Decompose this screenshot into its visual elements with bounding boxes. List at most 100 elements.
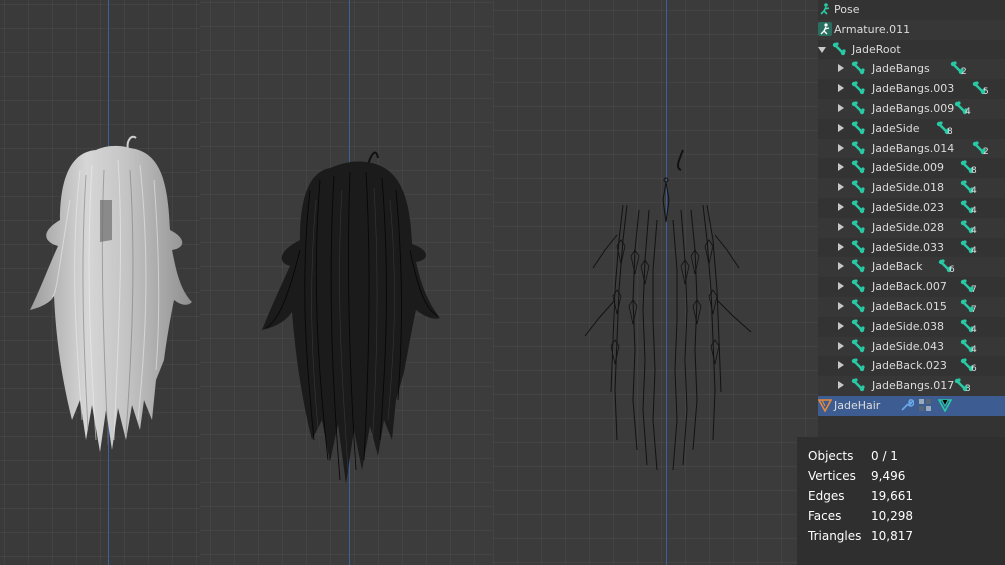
outliner-row-label: JadeSide.023 xyxy=(872,201,945,214)
outliner-row-jadeside-043[interactable]: JadeSide.043 4 xyxy=(818,336,1005,357)
expand-arrow-icon[interactable] xyxy=(838,203,844,211)
mesh-data-icon[interactable] xyxy=(937,398,953,415)
pose-icon xyxy=(818,2,832,19)
expand-arrow-icon[interactable] xyxy=(838,321,844,330)
outliner-row-jadeside-028[interactable]: JadeSide.028 4 xyxy=(818,217,1005,238)
expand-arrow-icon[interactable] xyxy=(838,341,844,350)
collapse-arrow-icon[interactable] xyxy=(818,46,826,53)
child-count-number: 4 xyxy=(965,107,971,117)
outliner-row-jadebangs[interactable]: JadeBangs 2 xyxy=(818,59,1005,80)
child-bone-count: 2 xyxy=(972,140,989,158)
outliner-row-label: JadeSide.009 xyxy=(872,161,945,175)
outliner-row-armature-011[interactable]: Armature.011 xyxy=(818,19,1005,40)
mesh-icon xyxy=(817,398,833,415)
wrench-icon[interactable] xyxy=(900,398,915,415)
bone-icon xyxy=(851,239,865,257)
outliner-row-jadeside-018[interactable]: JadeSide.018 4 xyxy=(818,178,1005,198)
bone-icon xyxy=(851,101,865,118)
child-bone-count: 6 xyxy=(960,358,977,375)
bone-icon xyxy=(851,200,865,217)
bone-icon xyxy=(832,41,846,59)
child-bone-count: 7 xyxy=(960,279,977,296)
bone-icon xyxy=(851,81,865,98)
viewport-solid[interactable] xyxy=(0,0,200,565)
child-count-number: 4 xyxy=(971,186,977,197)
expand-arrow-icon[interactable] xyxy=(838,104,844,112)
outliner-row-jadeside-038[interactable]: JadeSide.038 4 xyxy=(818,317,1005,337)
outliner-row-label: JadeBangs.009 xyxy=(872,102,955,115)
child-bone-count: 8 xyxy=(936,121,953,138)
statistics-overlay: Objects 0 / 1 Vertices 9,496 Edges 19,661 F… xyxy=(797,437,1005,565)
expand-arrow-icon[interactable] xyxy=(838,84,844,93)
child-count-number: 4 xyxy=(971,206,977,216)
expand-arrow-icon[interactable] xyxy=(838,302,844,310)
outliner-row-jadeside-033[interactable]: JadeSide.033 4 xyxy=(818,238,1005,258)
outliner-row-jadebangs-003[interactable]: JadeBangs.003 5 xyxy=(818,79,1005,99)
outliner-row-jadeback-007[interactable]: JadeBack.007 7 xyxy=(818,277,1005,297)
child-bone-count: 4 xyxy=(960,200,977,217)
checker-icon[interactable] xyxy=(918,398,932,415)
bone-icon xyxy=(851,160,865,177)
armature-bones-render xyxy=(584,149,752,471)
child-count-number: 8 xyxy=(947,126,953,137)
bone-icon xyxy=(851,259,865,276)
outliner-row-label: JadeBangs.003 xyxy=(872,82,955,96)
outliner-row-jadeside-023[interactable]: JadeSide.023 4 xyxy=(818,198,1005,218)
outliner-row-jadebangs-009[interactable]: JadeBangs.009 4 xyxy=(818,99,1005,119)
outliner-row-label: JadeSide xyxy=(872,121,920,135)
expand-arrow-icon[interactable] xyxy=(838,381,844,390)
outliner-row-label: JadeHair xyxy=(834,399,881,412)
outliner-row-jadehair[interactable]: JadeHair xyxy=(817,396,1005,416)
outliner-row-jadeback-023[interactable]: JadeBack.023 6 xyxy=(818,356,1005,376)
child-bone-count: 4 xyxy=(954,101,971,118)
outliner-row-jadeback[interactable]: JadeBack 6 xyxy=(818,257,1005,278)
child-count-number: 5 xyxy=(983,87,989,98)
outliner-row-jadeback-015[interactable]: JadeBack.015 7 xyxy=(818,297,1005,317)
outliner-row-jadeside-009[interactable]: JadeSide.009 8 xyxy=(818,158,1005,178)
expand-arrow-icon[interactable] xyxy=(838,282,844,291)
bone-icon xyxy=(851,180,865,197)
outliner-row-label: JadeBack xyxy=(872,260,923,274)
expand-arrow-icon[interactable] xyxy=(838,222,844,231)
expand-arrow-icon[interactable] xyxy=(838,361,844,370)
expand-arrow-icon[interactable] xyxy=(838,262,844,271)
outliner-row-label: JadeBack.015 xyxy=(872,300,947,313)
bone-icon xyxy=(851,319,865,336)
armature-icon xyxy=(818,21,832,39)
bone-icon xyxy=(851,140,865,158)
child-bone-count: 4 xyxy=(960,338,977,356)
child-bone-count: 2 xyxy=(950,61,967,78)
bone-icon xyxy=(851,279,865,296)
outliner-row-label: JadeBangs.017 xyxy=(872,379,955,393)
expand-arrow-icon[interactable] xyxy=(838,183,844,192)
viewport-armature[interactable] xyxy=(493,0,818,565)
child-count-number: 4 xyxy=(971,225,977,236)
child-count-number: 6 xyxy=(971,364,977,375)
outliner-row-jadebangs-017[interactable]: JadeBangs.017 3 xyxy=(818,376,1005,396)
bone-icon xyxy=(851,220,865,237)
outliner-row-label: JadeSide.033 xyxy=(872,240,945,254)
child-count-number: 4 xyxy=(971,344,977,355)
bone-icon xyxy=(851,358,865,375)
expand-arrow-icon[interactable] xyxy=(838,123,844,132)
hair-solid-render xyxy=(30,135,192,453)
child-bone-count: 3 xyxy=(954,378,971,395)
outliner-row-jadebangs-014[interactable]: JadeBangs.014 2 xyxy=(818,138,1005,159)
outliner-panel[interactable]: Pose Armature.011 JadeRoot JadeBangs 2 JadeBa… xyxy=(817,0,1005,440)
expand-arrow-icon[interactable] xyxy=(838,242,844,251)
expand-arrow-icon[interactable] xyxy=(838,163,844,172)
outliner-row-pose[interactable]: Pose xyxy=(818,0,1005,20)
expand-arrow-icon[interactable] xyxy=(838,143,844,152)
outliner-row-label: Armature.011 xyxy=(834,22,911,36)
expand-arrow-icon[interactable] xyxy=(838,64,844,73)
child-count-number: 6 xyxy=(949,265,955,276)
outliner-row-jadeside[interactable]: JadeSide 8 xyxy=(818,119,1005,139)
viewport-wireframe[interactable] xyxy=(200,0,493,565)
outliner-row-label: JadeRoot xyxy=(852,42,901,56)
child-bone-count: 8 xyxy=(960,160,977,177)
bone-icon xyxy=(851,378,865,395)
child-count-number: 7 xyxy=(971,285,977,296)
child-count-number: 3 xyxy=(965,384,971,395)
outliner-row-jaderoot[interactable]: JadeRoot xyxy=(818,40,1005,60)
outliner-row-label: JadeBangs.014 xyxy=(872,141,955,155)
